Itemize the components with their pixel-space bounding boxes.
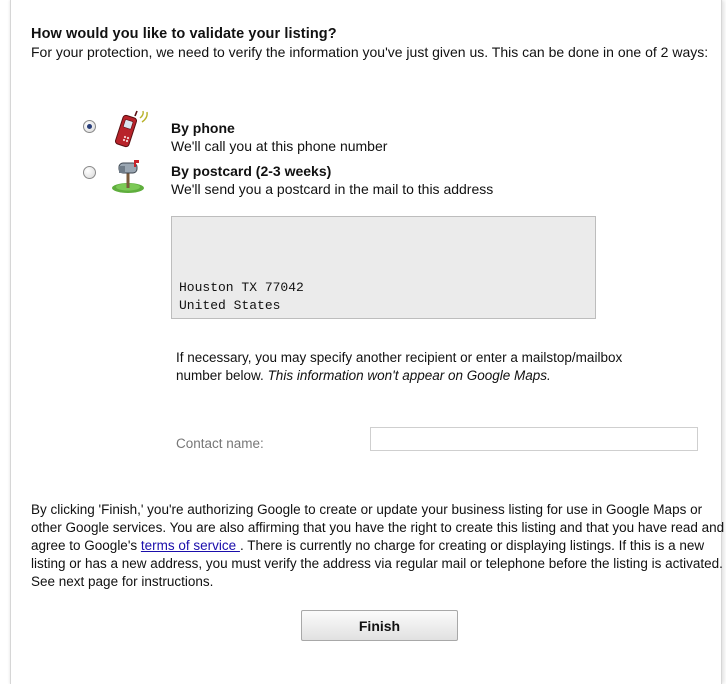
address-box: Houston TX 77042 United States: [171, 216, 596, 319]
phone-option-description: We'll call you at this phone number: [171, 138, 388, 154]
mobile-phone-icon: [111, 110, 151, 157]
intro-text: For your protection, we need to verify t…: [31, 44, 709, 60]
finish-button[interactable]: Finish: [301, 610, 458, 641]
contact-name-input[interactable]: [370, 427, 698, 451]
postcard-option-title: By postcard (2-3 weeks): [171, 163, 332, 179]
postcard-radio[interactable]: [83, 166, 96, 179]
recipient-note: If necessary, you may specify another re…: [176, 349, 646, 385]
mailbox-icon: [109, 158, 149, 201]
postcard-option-description: We'll send you a postcard in the mail to…: [171, 181, 494, 197]
page-heading: How would you like to validate your list…: [31, 26, 337, 42]
contact-name-label: Contact name:: [176, 436, 264, 451]
address-line-1: Houston TX 77042: [179, 280, 304, 295]
recipient-note-italic: This information won't appear on Google …: [267, 368, 551, 383]
validation-panel: How would you like to validate your list…: [10, 0, 724, 684]
terms-of-service-link[interactable]: terms of service: [141, 538, 240, 553]
terms-text: By clicking 'Finish,' you're authorizing…: [31, 501, 726, 591]
phone-option-title: By phone: [171, 120, 235, 136]
phone-radio[interactable]: [83, 120, 96, 133]
address-line-2: United States: [179, 298, 281, 313]
